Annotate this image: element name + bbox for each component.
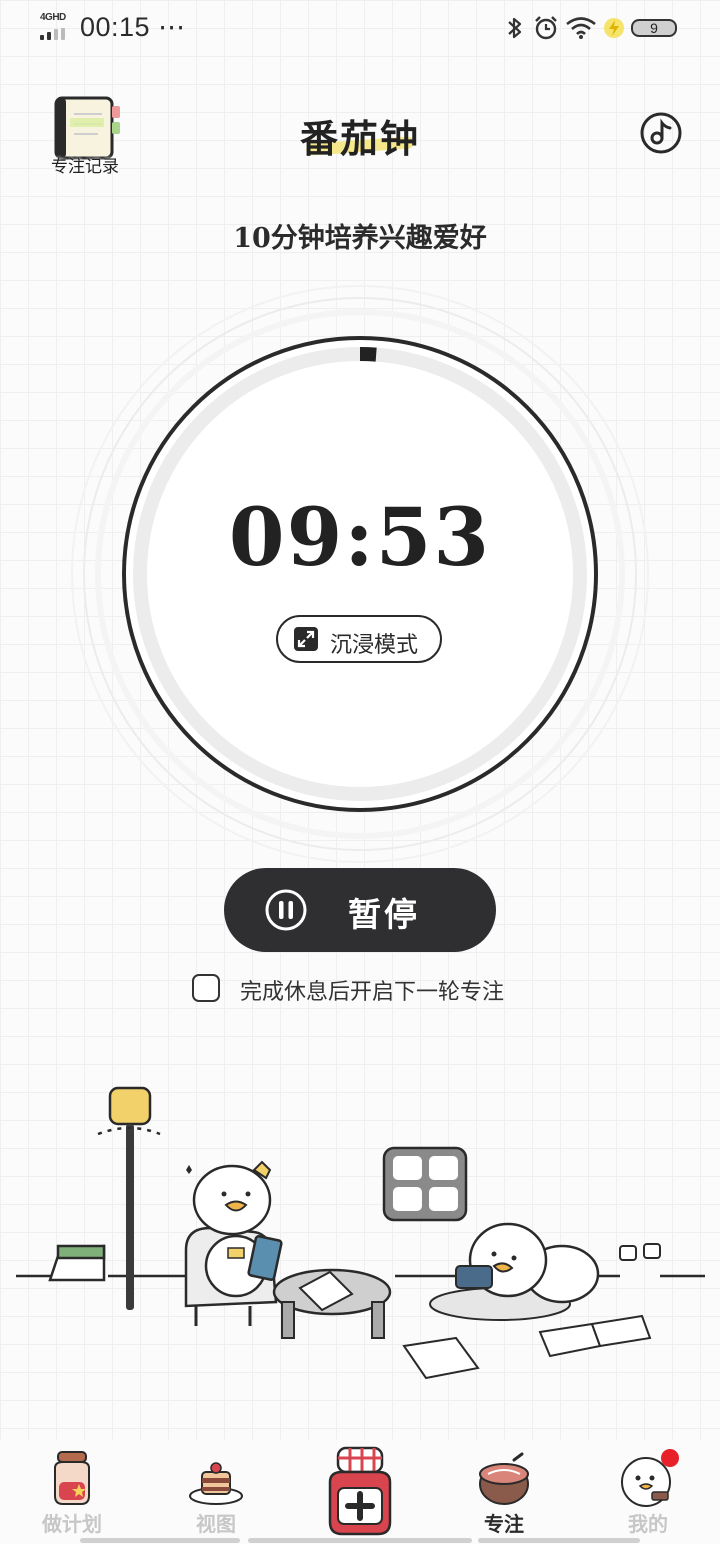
tab-focus[interactable]: 专注 <box>444 1440 564 1544</box>
network-type: 4GHD <box>40 12 66 23</box>
home-indicator-segment <box>80 1538 240 1543</box>
window-icon <box>382 1146 468 1222</box>
immersive-mode-label: 沉浸模式 <box>330 632 419 657</box>
table-icon <box>272 1268 392 1339</box>
wifi-icon <box>566 17 596 39</box>
ducks-illustration <box>16 1086 705 1380</box>
duck-avatar-icon <box>621 1449 679 1507</box>
more-dots-icon: ⋯ <box>158 12 186 42</box>
add-jam-jar-icon <box>328 1446 392 1536</box>
tab-view[interactable]: 视图 <box>156 1440 276 1544</box>
jar-icon <box>54 1451 90 1505</box>
status-bar: 4GHD 00:15 ⋯ 9 <box>0 0 720 56</box>
tab-focus-label: 专注 <box>484 1512 524 1536</box>
tab-add[interactable] <box>300 1440 420 1544</box>
pause-button[interactable]: 暂停 <box>224 868 496 952</box>
reading-duck <box>184 1160 283 1326</box>
page-title: 番茄钟 <box>299 116 420 161</box>
tab-plan-label: 做计划 <box>42 1512 102 1536</box>
expand-icon <box>294 627 318 651</box>
auto-next-label: 完成休息后开启下一轮专注 <box>240 979 505 1004</box>
home-indicator-segment <box>248 1538 472 1543</box>
tab-view-label: 视图 <box>196 1512 236 1536</box>
notification-badge <box>661 1449 679 1467</box>
cellular-signal-icon: 4GHD <box>40 12 72 40</box>
status-icons: 9 <box>505 14 685 42</box>
auto-next-checkbox[interactable] <box>192 974 220 1002</box>
bluetooth-icon <box>508 17 522 39</box>
music-button[interactable] <box>640 112 682 154</box>
cake-icon <box>189 1462 243 1505</box>
immersive-mode-button[interactable]: 沉浸模式 <box>276 615 442 663</box>
music-note-icon <box>640 112 682 154</box>
alarm-icon <box>535 16 557 40</box>
tomato-pot-icon <box>479 1452 529 1505</box>
tab-mine-label: 我的 <box>628 1512 668 1536</box>
pause-label: 暂停 <box>348 895 420 934</box>
progress-arc <box>359 347 377 362</box>
tab-plan[interactable]: 做计划 <box>12 1440 132 1544</box>
pause-icon <box>265 889 307 931</box>
focus-records-button[interactable]: 专注记录 <box>44 96 126 176</box>
tab-mine[interactable]: 我的 <box>588 1440 708 1544</box>
charging-icon <box>604 18 624 38</box>
battery-icon: 9 <box>631 19 677 37</box>
bottom-tab-bar: 做计划 视图 专注 我的 <box>0 1440 720 1544</box>
focus-records-label: 专注记录 <box>51 157 119 176</box>
lying-duck <box>429 1222 600 1321</box>
status-time: 00:15 ⋯ <box>80 12 186 42</box>
home-indicator-segment <box>478 1538 640 1543</box>
journal-icon <box>54 96 120 160</box>
focus-task-title: 10分钟培养兴趣爱好 <box>233 223 487 254</box>
countdown-display: 09:53 <box>228 490 492 584</box>
calendar-icon <box>48 1244 106 1282</box>
